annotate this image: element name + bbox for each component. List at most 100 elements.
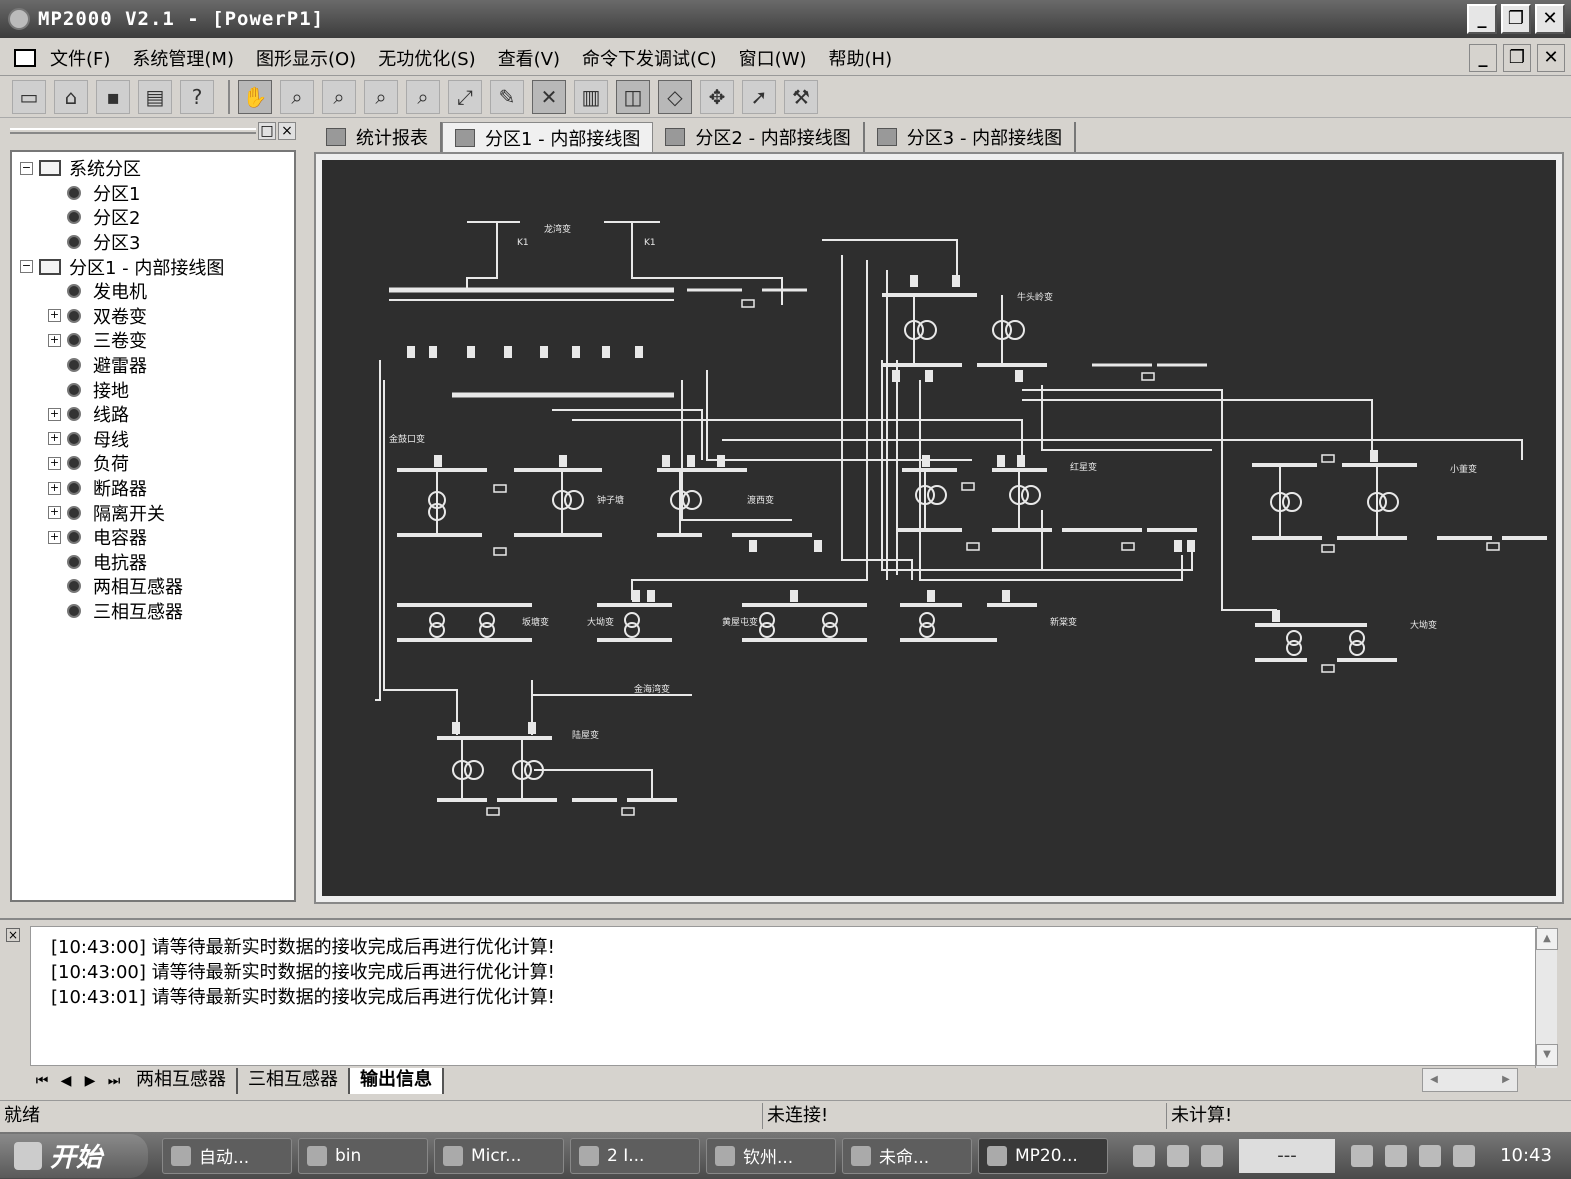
tree-item[interactable]: + 三卷变 xyxy=(12,328,294,353)
new-icon[interactable]: ▭ xyxy=(12,79,46,114)
zoom-out-icon[interactable]: ⌕ xyxy=(322,79,356,114)
expand-toggle-icon[interactable]: + xyxy=(48,333,61,347)
tab-output-info[interactable]: 输出信息 xyxy=(350,1068,444,1094)
connect-icon[interactable]: ⚒ xyxy=(784,79,818,114)
document-icon[interactable] xyxy=(14,48,36,67)
tree-item[interactable]: 三相互感器 xyxy=(12,599,294,624)
network-icon[interactable] xyxy=(1419,1144,1441,1167)
language-icon[interactable] xyxy=(1201,1144,1223,1167)
tree-item[interactable]: 分区3 xyxy=(12,230,294,255)
tab-statistics-report[interactable]: 统计报表 xyxy=(314,122,442,152)
taskbar-item[interactable]: 2 I... xyxy=(570,1137,700,1174)
scroll-up-icon[interactable]: ▲ xyxy=(1536,928,1558,950)
taskbar-item[interactable]: bin xyxy=(298,1137,428,1174)
tree-item[interactable]: 两相互感器 xyxy=(12,574,294,599)
tree-item[interactable]: 避雷器 xyxy=(12,353,294,378)
edit-icon[interactable]: ✎ xyxy=(490,79,524,114)
start-button[interactable]: 开始 xyxy=(0,1133,148,1178)
tree-item[interactable]: 接地 xyxy=(12,377,294,402)
tree-item[interactable]: + 隔离开关 xyxy=(12,500,294,525)
expand-toggle-icon[interactable]: + xyxy=(48,506,61,520)
fit-icon[interactable]: ⤢ xyxy=(448,79,482,114)
menu-file[interactable]: 文件(F) xyxy=(50,45,110,71)
scroll-right-icon[interactable]: ▶ xyxy=(1495,1069,1517,1091)
menu-command-debug[interactable]: 命令下发调试(C) xyxy=(582,45,717,71)
save-icon[interactable]: ▪ xyxy=(96,79,130,114)
menu-window[interactable]: 窗口(W) xyxy=(739,45,807,71)
help-icon[interactable]: ? xyxy=(180,79,214,114)
move-icon[interactable]: ✥ xyxy=(700,79,734,114)
menu-graphic-display[interactable]: 图形显示(O) xyxy=(256,45,356,71)
mdi-minimize-button[interactable]: _ xyxy=(1469,44,1497,72)
zoom-all-icon[interactable]: ⌕ xyxy=(406,79,440,114)
tree-item[interactable]: 分区1 xyxy=(12,181,294,206)
last-tab-icon[interactable]: ⏭ xyxy=(102,1073,126,1089)
pan-hand-icon[interactable]: ✋ xyxy=(238,79,272,114)
expand-toggle-icon[interactable]: + xyxy=(48,432,61,446)
zoom-window-icon[interactable]: ⌕ xyxy=(364,79,398,114)
tree-item[interactable]: + 电容器 xyxy=(12,525,294,550)
expand-toggle-icon[interactable]: + xyxy=(48,309,61,323)
tree-item[interactable]: 电抗器 xyxy=(12,550,294,575)
tree-item[interactable]: − 系统分区 xyxy=(12,156,294,181)
menu-view[interactable]: 查看(V) xyxy=(498,45,560,71)
tab-two-phase-transformer[interactable]: 两相互感器 xyxy=(126,1068,238,1094)
book-icon[interactable]: ▥ xyxy=(574,79,608,114)
tree-item[interactable]: + 断路器 xyxy=(12,476,294,501)
pane-grip[interactable] xyxy=(10,128,256,134)
zoom-in-icon[interactable]: ⌕ xyxy=(280,79,314,114)
taskbar-item[interactable]: 未命... xyxy=(842,1137,972,1174)
tab-three-phase-transformer[interactable]: 三相互感器 xyxy=(238,1068,350,1094)
expand-toggle-icon[interactable]: + xyxy=(48,456,61,470)
pointer-icon[interactable]: ➚ xyxy=(742,79,776,114)
tree-item[interactable]: + 线路 xyxy=(12,402,294,427)
menu-system-management[interactable]: 系统管理(M) xyxy=(132,45,234,71)
mdi-close-button[interactable]: ✕ xyxy=(1537,44,1565,72)
close-button[interactable]: ✕ xyxy=(1535,4,1565,34)
tree-item[interactable]: − 分区1 - 内部接线图 xyxy=(12,254,294,279)
prev-tab-icon[interactable]: ◀ xyxy=(54,1073,78,1089)
expand-toggle-icon[interactable]: + xyxy=(48,530,61,544)
taskbar-item[interactable]: 钦州... xyxy=(706,1137,836,1174)
diamond-icon[interactable]: ◇ xyxy=(658,79,692,114)
taskbar-item[interactable]: MP20... xyxy=(978,1137,1108,1174)
tab-partition-1-diagram[interactable]: 分区1 - 内部接线图 xyxy=(442,122,654,152)
tools-icon[interactable]: ✕ xyxy=(532,79,566,114)
next-tab-icon[interactable]: ▶ xyxy=(78,1073,102,1089)
help-icon[interactable] xyxy=(1167,1144,1189,1167)
expand-toggle-icon[interactable]: − xyxy=(20,260,33,274)
taskbar-item[interactable]: Micr... xyxy=(434,1137,564,1174)
tab-partition-2-diagram[interactable]: 分区2 - 内部接线图 xyxy=(653,122,865,152)
security-icon[interactable] xyxy=(1453,1144,1475,1167)
taskbar-item[interactable]: 自动... xyxy=(162,1137,292,1174)
restore-button[interactable]: ❐ xyxy=(1501,4,1531,34)
tab-partition-3-diagram[interactable]: 分区3 - 内部接线图 xyxy=(864,122,1077,152)
first-tab-icon[interactable]: ⏮ xyxy=(30,1073,54,1089)
tree-item[interactable]: 发电机 xyxy=(12,279,294,304)
expand-toggle-icon[interactable]: + xyxy=(48,481,61,495)
tree-item[interactable]: 分区2 xyxy=(12,205,294,230)
menu-reactive-optimization[interactable]: 无功优化(S) xyxy=(378,45,475,71)
expand-toggle-icon[interactable]: + xyxy=(48,407,61,421)
output-vertical-scrollbar[interactable]: ▲ ▼ xyxy=(1535,928,1558,1068)
minimize-button[interactable]: _ xyxy=(1467,4,1497,34)
print-icon[interactable]: ▤ xyxy=(138,79,172,114)
keyboard-icon[interactable] xyxy=(1133,1144,1155,1167)
chevron-left-icon[interactable] xyxy=(1385,1144,1407,1167)
wiring-diagram-canvas[interactable]: 龙湾变 K1 K1 牛头岭变 金鼓口变 钟子塘 渡西变 红星变 小董变 坂塘变 … xyxy=(322,160,1556,896)
input-method-box[interactable]: --- xyxy=(1239,1138,1335,1173)
tree-item[interactable]: + 双卷变 xyxy=(12,304,294,329)
layer-icon[interactable]: ◫ xyxy=(616,79,650,114)
tree-item[interactable]: + 负荷 xyxy=(12,451,294,476)
power-icon[interactable] xyxy=(1351,1144,1373,1167)
mdi-restore-button[interactable]: ❐ xyxy=(1503,44,1531,72)
scroll-left-icon[interactable]: ◀ xyxy=(1423,1069,1445,1091)
output-horizontal-scrollbar[interactable]: ◀ ▶ xyxy=(1422,1068,1518,1092)
menu-help[interactable]: 帮助(H) xyxy=(829,45,893,71)
pane-float-button[interactable]: □ xyxy=(258,122,276,140)
output-close-button[interactable]: × xyxy=(6,928,20,942)
tree-item[interactable]: + 母线 xyxy=(12,427,294,452)
expand-toggle-icon[interactable]: − xyxy=(20,161,33,175)
scroll-down-icon[interactable]: ▼ xyxy=(1536,1044,1558,1066)
open-icon[interactable]: ⌂ xyxy=(54,79,88,114)
